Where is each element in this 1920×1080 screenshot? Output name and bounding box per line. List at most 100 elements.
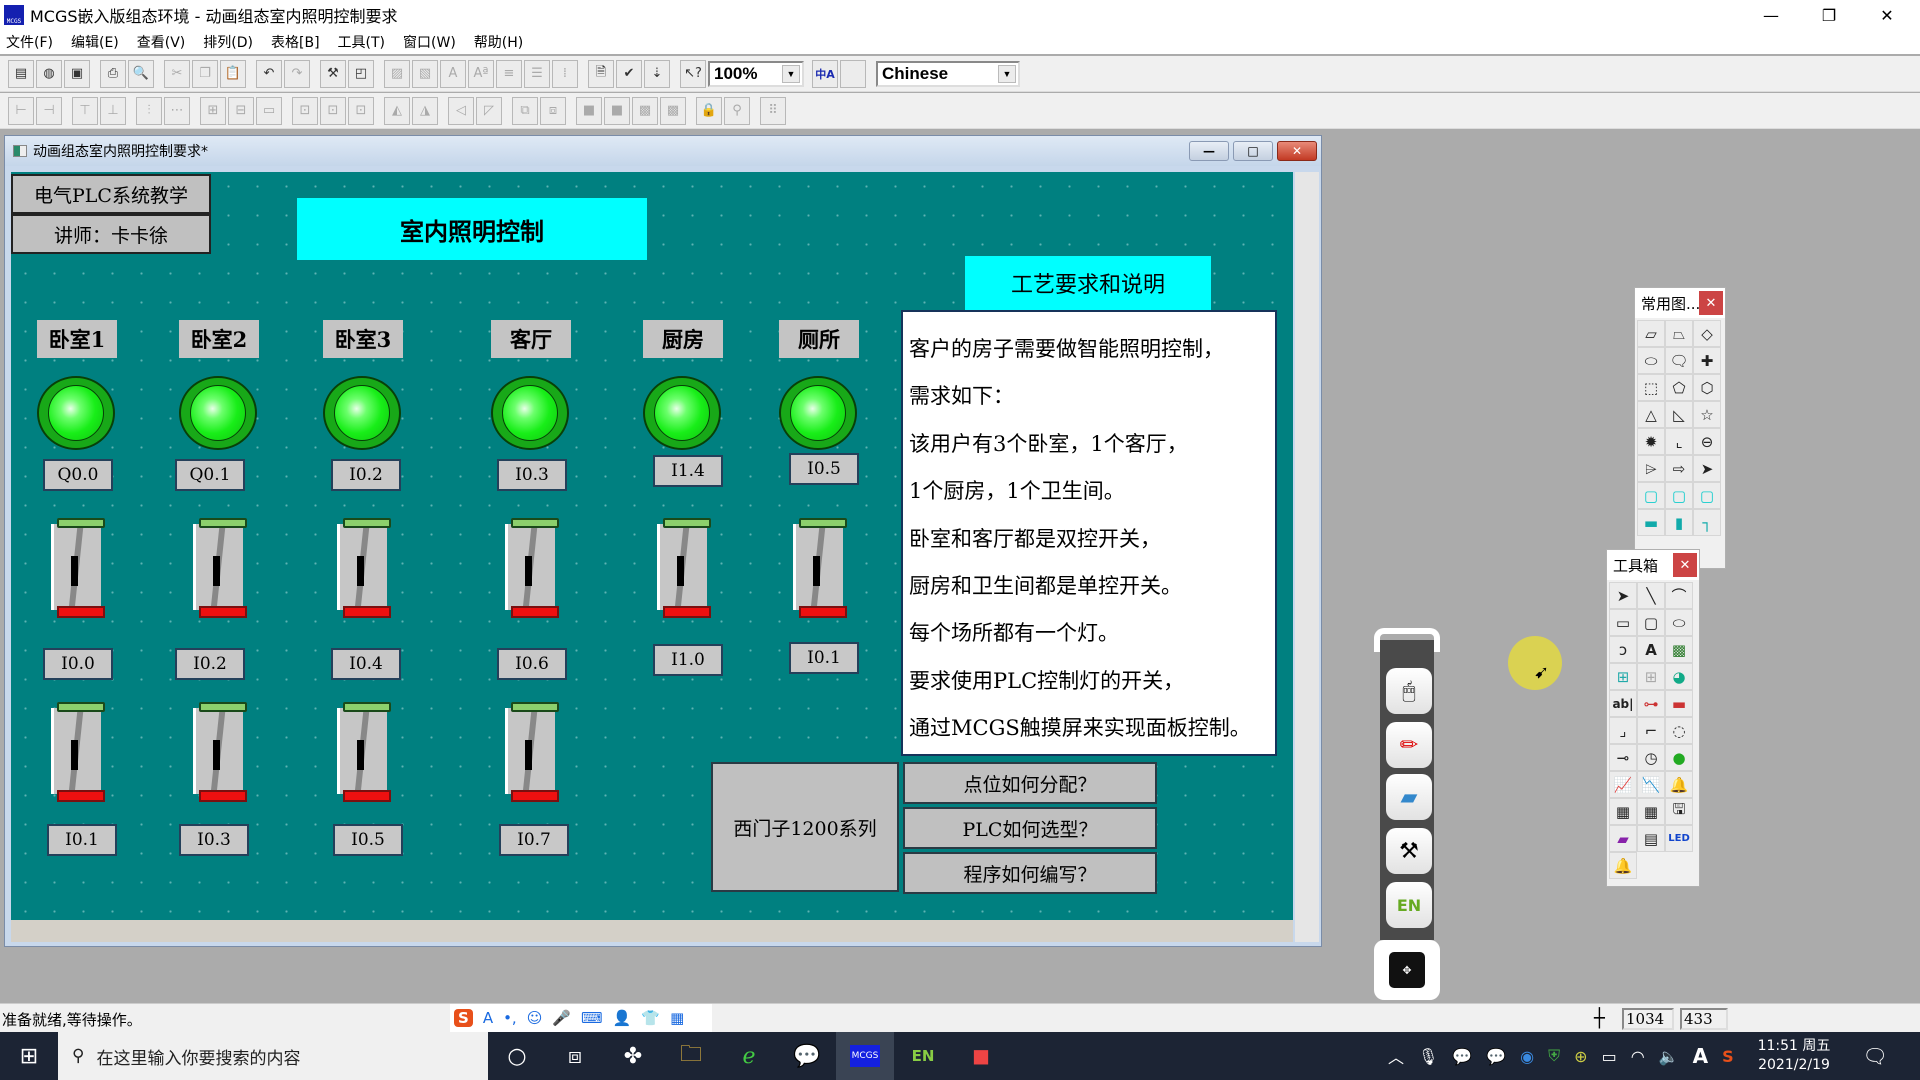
toggle-switch[interactable] — [505, 702, 561, 804]
pointer-icon[interactable]: ➤ — [1609, 582, 1637, 609]
ungroup-icon[interactable]: ⧈ — [540, 96, 566, 125]
wechat-tray-icon-2[interactable]: 💬 — [1486, 1047, 1506, 1066]
en-app-icon[interactable]: EN — [894, 1032, 952, 1080]
grid-dots-icon[interactable]: ⠿ — [760, 96, 786, 125]
image-icon[interactable]: ▩ — [1665, 636, 1693, 663]
right-triangle-icon[interactable]: ◺ — [1665, 401, 1693, 428]
font-icon[interactable]: Aª — [468, 59, 494, 88]
workspace-icon[interactable]: ▤ — [8, 59, 34, 88]
blank-button[interactable] — [840, 59, 866, 88]
tools-icon[interactable]: ⚒ — [1386, 828, 1432, 874]
skin-icon[interactable]: 👕 — [641, 1009, 660, 1027]
vertical-pipe-icon[interactable]: ▮ — [1665, 509, 1693, 536]
align-top-icon[interactable]: ⊤ — [72, 96, 98, 125]
wechat-icon[interactable]: 💬 — [778, 1032, 836, 1080]
sogou-tray-icon[interactable]: S — [1722, 1047, 1734, 1066]
security-plus-icon[interactable]: ⊕ — [1574, 1047, 1587, 1066]
child-minimize-button[interactable]: — — [1189, 141, 1229, 161]
horizontal-scrollbar[interactable] — [11, 920, 1293, 942]
feiq-icon[interactable]: ◉ — [1520, 1047, 1534, 1066]
center-h-icon[interactable]: ⋯ — [164, 96, 190, 125]
polyline-icon[interactable]: ↄ — [1609, 636, 1637, 663]
paste-icon[interactable]: 📋 — [220, 59, 246, 88]
toggle-button-icon[interactable]: ⌐ — [1637, 717, 1665, 744]
trapezoid-icon[interactable]: ⏢ — [1665, 320, 1693, 347]
lock-icon[interactable]: 🔒 — [696, 96, 722, 125]
gauge-icon[interactable]: ◷ — [1637, 744, 1665, 771]
diamond-icon[interactable]: ◇ — [1693, 320, 1721, 347]
io-assignment-button[interactable]: 点位如何分配？ — [903, 762, 1157, 804]
cut-icon[interactable]: ✂ — [164, 59, 190, 88]
standard-button-icon[interactable]: ⌟ — [1609, 717, 1637, 744]
menu-view[interactable]: 查看(V) — [137, 32, 186, 52]
microphone-icon[interactable]: 🎙 — [1418, 1047, 1438, 1066]
child-maximize-button[interactable]: □ — [1233, 141, 1273, 161]
sogou-ime-icon[interactable]: S — [454, 1009, 473, 1027]
cortana-icon[interactable]: ○ — [488, 1032, 546, 1080]
anchor-icon[interactable]: ⚲ — [724, 96, 750, 125]
move-button[interactable]: ✥ — [1374, 940, 1440, 1000]
arc-icon[interactable]: ⌒ — [1665, 582, 1693, 609]
notification-icon[interactable]: 🗨 — [1862, 1044, 1887, 1068]
security-shield-icon[interactable]: ⛨ — [1548, 1046, 1560, 1066]
cube-icon[interactable]: ⬚ — [1637, 374, 1665, 401]
toggle-switch[interactable] — [193, 518, 249, 620]
star-icon[interactable]: ☆ — [1693, 401, 1721, 428]
rotary-icon[interactable]: ◌ — [1665, 717, 1693, 744]
slider-icon[interactable]: ⊶ — [1637, 690, 1665, 717]
lamp-indicator[interactable] — [491, 376, 569, 450]
chevron-down-icon[interactable]: ▼ — [782, 64, 800, 83]
language-select[interactable]: Chinese ▼ — [876, 60, 1020, 87]
volume-icon[interactable]: 🔈 — [1659, 1047, 1679, 1066]
frame-gray-icon[interactable]: ▢ — [1665, 482, 1693, 509]
same-height-icon[interactable]: ⊟ — [228, 96, 254, 125]
pipe-elbow-icon[interactable]: ⌞ — [1665, 428, 1693, 455]
parallelogram-icon[interactable]: ▱ — [1637, 320, 1665, 347]
input-box-icon[interactable]: ab| — [1609, 690, 1637, 717]
eraser-icon[interactable]: ▰ — [1386, 774, 1432, 820]
close-icon[interactable]: ✕ — [1673, 553, 1697, 577]
restore-button[interactable]: ❐ — [1800, 0, 1858, 30]
copy-icon[interactable]: ❐ — [192, 59, 218, 88]
menu-edit[interactable]: 编辑(E) — [71, 32, 119, 52]
same-size-icon[interactable]: ⊞ — [200, 96, 226, 125]
grid-icon[interactable]: ⁞ — [552, 59, 578, 88]
frame-cyan-icon[interactable]: ▢ — [1637, 482, 1665, 509]
burst-icon[interactable]: ✹ — [1637, 428, 1665, 455]
emoji-icon[interactable]: ☺ — [527, 1009, 543, 1027]
component-library-icon[interactable]: ⊞ — [1609, 663, 1637, 690]
windows-start-icon[interactable]: ⊞ — [0, 1032, 58, 1080]
plc-selection-button[interactable]: PLC如何选型？ — [903, 807, 1157, 849]
align-right-icon[interactable]: ⊣ — [36, 96, 62, 125]
zoom-select[interactable]: 100% ▼ — [708, 60, 804, 87]
pentagon-arrow-icon[interactable]: ⬠ — [1665, 374, 1693, 401]
align-left-icon[interactable]: ⊢ — [8, 96, 34, 125]
bring-front-icon[interactable]: ■ — [576, 96, 602, 125]
mcgs-taskbar-icon[interactable]: MCGS — [836, 1032, 894, 1080]
flow-bar-icon[interactable]: ▬ — [1665, 690, 1693, 717]
wifi-icon[interactable]: ◠ — [1631, 1047, 1645, 1066]
tank-icon[interactable]: ⊖ — [1693, 428, 1721, 455]
alarm-icon[interactable]: 🔔 — [1665, 771, 1693, 798]
minimize-button[interactable]: — — [1742, 0, 1800, 30]
center-v-icon[interactable]: ⫶ — [136, 96, 162, 125]
corner-pipe-icon[interactable]: ┐ — [1693, 509, 1721, 536]
rotate-left-icon[interactable]: ◭ — [384, 96, 410, 125]
forward-icon[interactable]: ▩ — [632, 96, 658, 125]
flip-h-icon[interactable]: ◁ — [448, 96, 474, 125]
toggle-switch[interactable] — [505, 518, 561, 620]
history-table-icon[interactable]: ▦ — [1637, 798, 1665, 825]
toggle-switch[interactable] — [337, 518, 393, 620]
mouse-icon[interactable]: 🖱 — [1386, 668, 1432, 714]
flip-v-icon[interactable]: ◸ — [476, 96, 502, 125]
group-icon[interactable]: ⧉ — [512, 96, 538, 125]
toolbox-icon[interactable]: ⚒ — [320, 59, 346, 88]
pinwheel-app-icon[interactable]: ✤ — [604, 1032, 662, 1080]
voice-icon[interactable]: 🎤 — [552, 1009, 571, 1027]
lamp-indicator[interactable] — [323, 376, 401, 450]
recipe-icon[interactable]: ▤ — [1637, 825, 1665, 852]
toolbox-grid-icon[interactable]: ▦ — [670, 1009, 684, 1027]
curve-icon[interactable]: ▰ — [1609, 825, 1637, 852]
led-icon[interactable]: LED — [1665, 825, 1693, 852]
menu-arrange[interactable]: 排列(D) — [203, 32, 253, 52]
